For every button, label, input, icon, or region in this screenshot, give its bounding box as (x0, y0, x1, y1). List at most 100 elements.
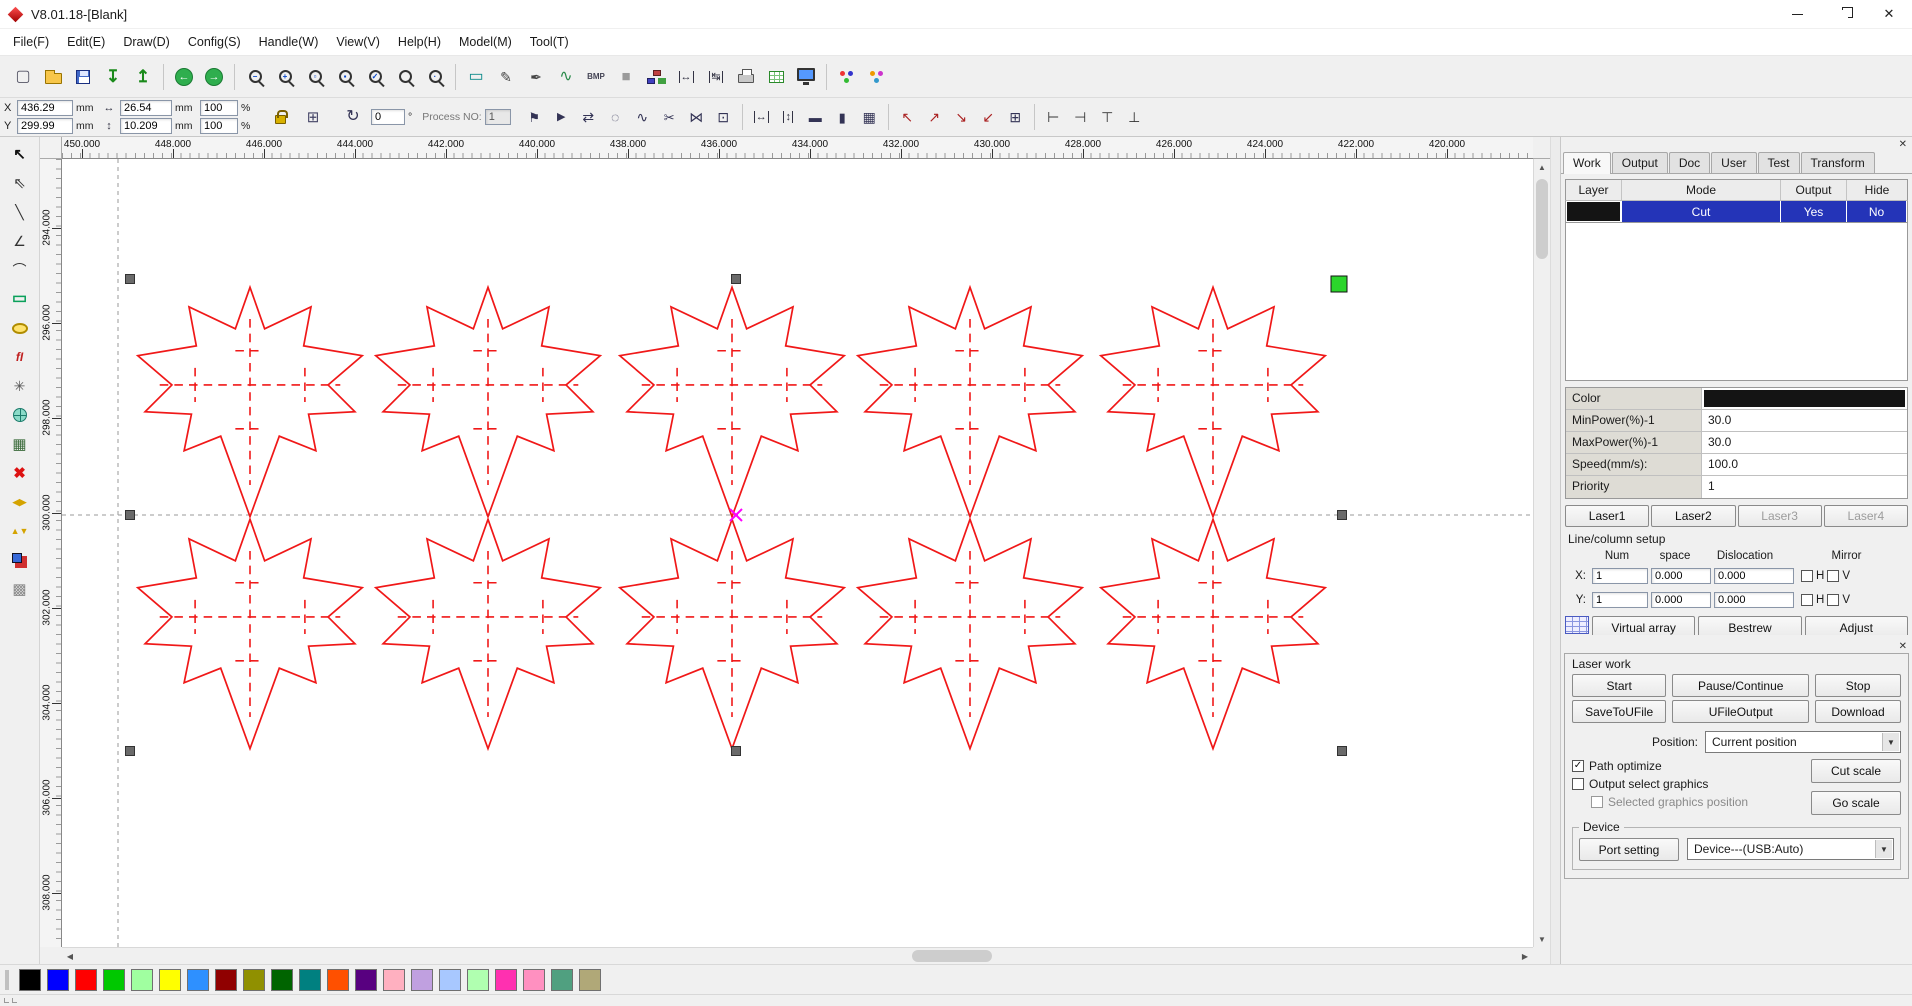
delete-tool[interactable]: ✖ (6, 460, 34, 486)
layer-mode-cell[interactable]: Cut (1622, 201, 1781, 222)
dim-top-icon[interactable]: ⊤ (1094, 104, 1121, 131)
y-scale-input[interactable] (200, 118, 238, 134)
v-distribute-icon[interactable]: ↹ (701, 62, 731, 92)
tab-doc[interactable]: Doc (1668, 152, 1711, 173)
y-position-input[interactable] (17, 118, 73, 134)
curve-icon[interactable]: ∿ (551, 62, 581, 92)
layer-color-swatch[interactable] (1567, 202, 1621, 221)
palette-color-11[interactable] (327, 968, 349, 991)
zoom-out-icon[interactable]: − (240, 62, 270, 92)
node-edit-pen-icon[interactable]: ✎ (491, 62, 521, 92)
lc-space-input[interactable] (1651, 568, 1711, 584)
undo-icon[interactable]: ← (169, 62, 199, 92)
mirror-h-tool[interactable]: ◀▶ (6, 489, 34, 515)
zoom-select-icon[interactable]: ✓ (360, 62, 390, 92)
selection-handle[interactable] (125, 746, 135, 756)
array-preview-icon[interactable] (1565, 616, 1589, 634)
align-center-icon[interactable]: ⊞ (1002, 104, 1029, 131)
palette-color-14[interactable] (411, 968, 433, 991)
start-point-icon[interactable]: ⚑ (521, 104, 548, 131)
palette-color-8[interactable] (243, 968, 265, 991)
same-width-icon[interactable]: ▬ (802, 104, 829, 131)
tab-work[interactable]: Work (1563, 152, 1611, 174)
mirror-v-checkbox[interactable] (1827, 594, 1840, 606)
lc-dislocation-input[interactable] (1714, 592, 1794, 608)
process-no-input[interactable] (484, 109, 511, 125)
palette-color-6[interactable] (187, 968, 209, 991)
property-value[interactable]: 100.0 (1702, 454, 1907, 475)
stop-button[interactable]: Stop (1815, 674, 1901, 697)
lc-dislocation-input[interactable] (1714, 568, 1794, 584)
palette-color-2[interactable] (75, 968, 97, 991)
laser1-button[interactable]: Laser1 (1565, 505, 1650, 527)
palette-color-10[interactable] (299, 968, 321, 991)
palette-color-18[interactable] (523, 968, 545, 991)
corner-top-left-icon[interactable]: ↖ (894, 104, 921, 131)
bestrew-button[interactable]: Bestrew (1698, 616, 1802, 635)
menu-model-m[interactable]: Model(M) (450, 31, 521, 53)
node-edit-tool[interactable]: ⇖ (6, 170, 34, 196)
shape-snowflake[interactable] (374, 286, 602, 518)
smooth-curve-icon[interactable]: ∿ (629, 104, 656, 131)
print-icon[interactable] (731, 62, 761, 92)
menu-draw-d[interactable]: Draw(D) (114, 31, 179, 53)
savetoufile-button[interactable]: SaveToUFile (1572, 700, 1667, 723)
x-position-input[interactable] (17, 100, 73, 116)
array-align-icon[interactable]: ▦ (856, 104, 883, 131)
shape-snowflake[interactable] (1099, 286, 1327, 518)
zoom-data-icon[interactable]: · (420, 62, 450, 92)
adjust-button[interactable]: Adjust (1804, 616, 1908, 635)
vertical-scrollbar[interactable]: ▲ ▼ (1533, 159, 1550, 947)
dim-right-icon[interactable]: ⊣ (1067, 104, 1094, 131)
restore-button[interactable] (1820, 0, 1866, 29)
horizontal-scrollbar[interactable]: ◀ ▶ (62, 947, 1533, 964)
layer-row[interactable]: Cut Yes No (1565, 201, 1908, 223)
offset-shape-icon[interactable]: ⊡ (710, 104, 737, 131)
mirror-h-checkbox[interactable] (1801, 570, 1813, 582)
tab-transform[interactable]: Transform (1800, 152, 1875, 173)
palette-color-13[interactable] (383, 968, 405, 991)
palette-color-4[interactable] (131, 968, 153, 991)
layer-output-cell[interactable]: Yes (1781, 201, 1847, 222)
go-scale-button[interactable]: Go scale (1811, 791, 1901, 815)
palette-color-7[interactable] (215, 968, 237, 991)
h-distribute-icon[interactable]: ↔ (671, 62, 701, 92)
mirror-h-checkbox[interactable] (1801, 594, 1813, 606)
rotate-button[interactable]: ↻ (338, 102, 368, 132)
menu-help-h[interactable]: Help(H) (389, 31, 450, 53)
property-value[interactable] (1702, 388, 1907, 409)
download-button[interactable]: Download (1815, 700, 1901, 723)
horizontal-sc7roll-thumb[interactable] (912, 950, 992, 962)
height-input[interactable] (120, 118, 172, 134)
selection-handle[interactable] (125, 510, 135, 520)
grid-tool[interactable]: ▦ (6, 431, 34, 457)
v-space-icon[interactable]: ↕ (775, 104, 802, 131)
mirror-v-tool[interactable]: ▲▼ (6, 518, 34, 544)
device-select[interactable]: Device---(USB:Auto) ▼ (1687, 838, 1894, 860)
menu-edit-e[interactable]: Edit(E) (58, 31, 114, 53)
scroll-up-icon[interactable]: ▲ (1534, 159, 1550, 175)
palette-color-3[interactable] (103, 968, 125, 991)
selection-handle[interactable] (125, 274, 135, 284)
scroll-left-icon[interactable]: ◀ (62, 948, 78, 964)
pen-icon[interactable]: ✒ (521, 62, 551, 92)
select-tool[interactable]: ↖ (6, 141, 34, 167)
lock-ratio-button[interactable] (265, 102, 295, 132)
ellipse-tool[interactable] (6, 315, 34, 341)
virtual-array-button[interactable]: Virtual array (1592, 616, 1696, 635)
polyline-tool[interactable]: ∠ (6, 228, 34, 254)
shape-snowflake[interactable] (136, 286, 364, 518)
panel-close-icon[interactable]: ✕ (1899, 139, 1907, 150)
menu-config-s[interactable]: Config(S) (179, 31, 250, 53)
path-optimize-checkbox[interactable] (1572, 760, 1584, 772)
palette-color-19[interactable] (551, 968, 573, 991)
pause-continue-button[interactable]: Pause/Continue (1672, 674, 1810, 697)
property-value[interactable]: 1 (1702, 476, 1907, 498)
shape-snowflake[interactable] (856, 518, 1084, 750)
cut-edit-icon[interactable]: ✂ (656, 104, 683, 131)
laser2-button[interactable]: Laser2 (1651, 505, 1736, 527)
zoom-in-icon[interactable]: + (270, 62, 300, 92)
cut-scale-button[interactable]: Cut scale (1811, 759, 1901, 783)
line-tool[interactable]: ╲ (6, 199, 34, 225)
vertical-scroll-thumb[interactable] (1536, 179, 1548, 259)
